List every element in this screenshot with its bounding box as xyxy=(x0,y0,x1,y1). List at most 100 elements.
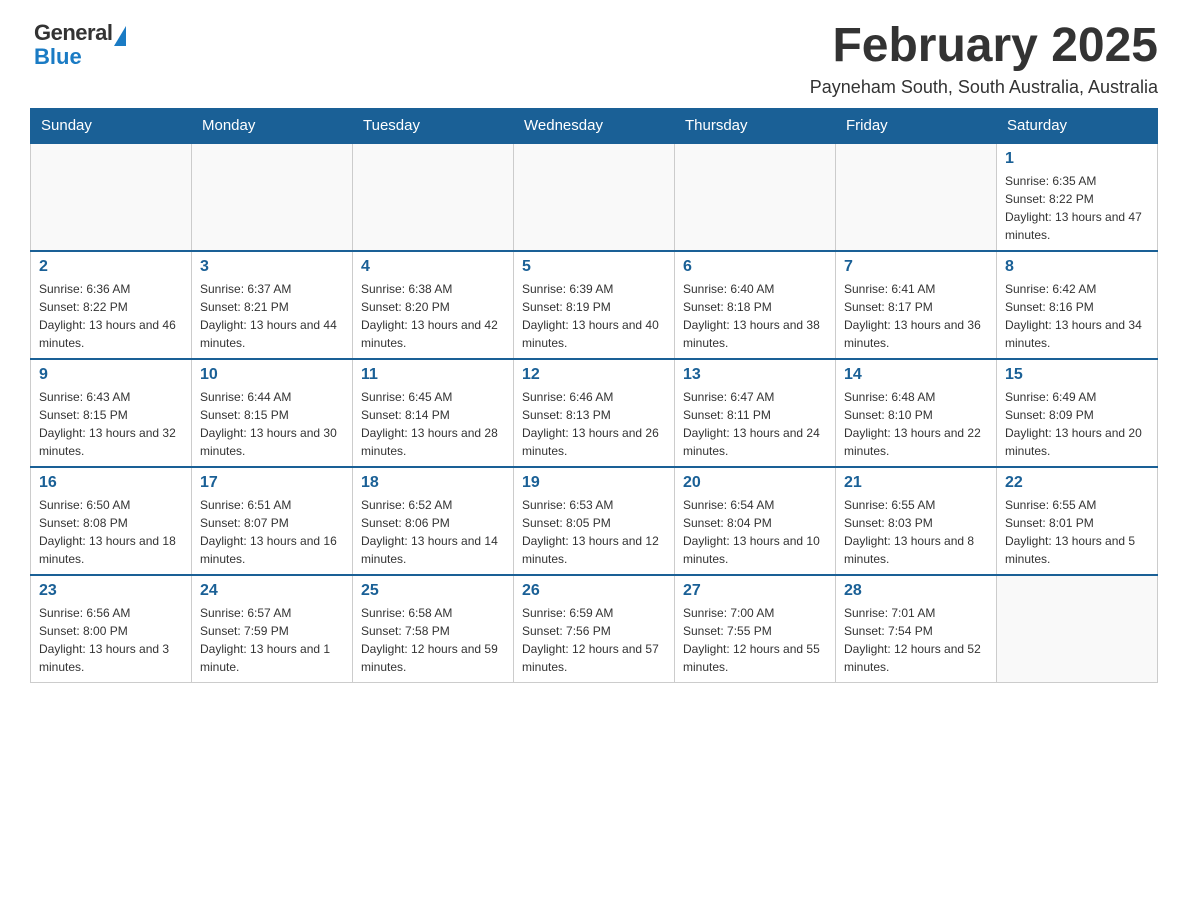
day-number: 23 xyxy=(39,582,183,600)
weekday-header-sunday: Sunday xyxy=(31,108,192,143)
calendar-cell: 12 Sunrise: 6:46 AMSunset: 8:13 PMDayligh… xyxy=(514,359,675,467)
calendar-cell: 16Sunrise: 6:50 AMSunset: 8:08 PMDayligh… xyxy=(31,467,192,575)
day-info: Sunrise: 6:35 AMSunset: 8:22 PMDaylight:… xyxy=(1005,172,1149,244)
day-info: Sunrise: 6:37 AMSunset: 8:21 PMDaylight:… xyxy=(200,280,344,352)
day-number: 11 xyxy=(361,366,505,384)
page-title: February 2025 xyxy=(810,20,1158,73)
calendar-cell: 9 Sunrise: 6:43 AMSunset: 8:15 PMDaylight… xyxy=(31,359,192,467)
day-info: Sunrise: 6:44 AMSunset: 8:15 PMDaylight:… xyxy=(200,388,344,460)
day-number: 22 xyxy=(1005,474,1149,492)
day-number: 14 xyxy=(844,366,988,384)
calendar-cell xyxy=(675,143,836,251)
day-info: Sunrise: 6:49 AMSunset: 8:09 PMDaylight:… xyxy=(1005,388,1149,460)
calendar-cell: 3 Sunrise: 6:37 AMSunset: 8:21 PMDaylight… xyxy=(192,251,353,359)
calendar-cell: 18 Sunrise: 6:52 AMSunset: 8:06 PMDayligh… xyxy=(353,467,514,575)
calendar-week-row: 1Sunrise: 6:35 AMSunset: 8:22 PMDaylight… xyxy=(31,143,1158,251)
day-number: 25 xyxy=(361,582,505,600)
calendar-cell: 26 Sunrise: 6:59 AMSunset: 7:56 PMDayligh… xyxy=(514,575,675,683)
day-number: 20 xyxy=(683,474,827,492)
weekday-header-thursday: Thursday xyxy=(675,108,836,143)
logo-blue-text: Blue xyxy=(34,44,126,70)
day-info: Sunrise: 6:38 AMSunset: 8:20 PMDaylight:… xyxy=(361,280,505,352)
day-number: 9 xyxy=(39,366,183,384)
calendar-cell xyxy=(514,143,675,251)
day-number: 7 xyxy=(844,258,988,276)
day-number: 19 xyxy=(522,474,666,492)
day-info: Sunrise: 6:52 AMSunset: 8:06 PMDaylight:… xyxy=(361,496,505,568)
calendar-cell: 14 Sunrise: 6:48 AMSunset: 8:10 PMDayligh… xyxy=(836,359,997,467)
day-info: Sunrise: 6:50 AMSunset: 8:08 PMDaylight:… xyxy=(39,496,183,568)
day-number: 6 xyxy=(683,258,827,276)
day-number: 13 xyxy=(683,366,827,384)
day-number: 21 xyxy=(844,474,988,492)
day-info: Sunrise: 6:46 AMSunset: 8:13 PMDaylight:… xyxy=(522,388,666,460)
calendar-cell: 19 Sunrise: 6:53 AMSunset: 8:05 PMDayligh… xyxy=(514,467,675,575)
calendar-cell xyxy=(353,143,514,251)
day-info: Sunrise: 6:57 AMSunset: 7:59 PMDaylight:… xyxy=(200,604,344,676)
calendar-cell xyxy=(192,143,353,251)
logo: General Blue xyxy=(30,20,126,70)
calendar-cell: 21 Sunrise: 6:55 AMSunset: 8:03 PMDayligh… xyxy=(836,467,997,575)
calendar-cell: 11 Sunrise: 6:45 AMSunset: 8:14 PMDayligh… xyxy=(353,359,514,467)
day-number: 15 xyxy=(1005,366,1149,384)
day-number: 5 xyxy=(522,258,666,276)
day-number: 10 xyxy=(200,366,344,384)
calendar-cell: 10 Sunrise: 6:44 AMSunset: 8:15 PMDayligh… xyxy=(192,359,353,467)
day-number: 28 xyxy=(844,582,988,600)
calendar-cell: 7 Sunrise: 6:41 AMSunset: 8:17 PMDaylight… xyxy=(836,251,997,359)
day-info: Sunrise: 7:00 AMSunset: 7:55 PMDaylight:… xyxy=(683,604,827,676)
calendar-cell: 13 Sunrise: 6:47 AMSunset: 8:11 PMDayligh… xyxy=(675,359,836,467)
calendar-cell: 24Sunrise: 6:57 AMSunset: 7:59 PMDayligh… xyxy=(192,575,353,683)
day-number: 3 xyxy=(200,258,344,276)
calendar-cell: 23Sunrise: 6:56 AMSunset: 8:00 PMDayligh… xyxy=(31,575,192,683)
calendar-cell: 20 Sunrise: 6:54 AMSunset: 8:04 PMDayligh… xyxy=(675,467,836,575)
calendar-header-row: SundayMondayTuesdayWednesdayThursdayFrid… xyxy=(31,108,1158,143)
calendar-cell: 5 Sunrise: 6:39 AMSunset: 8:19 PMDaylight… xyxy=(514,251,675,359)
calendar-table: SundayMondayTuesdayWednesdayThursdayFrid… xyxy=(30,108,1158,683)
calendar-cell: 25 Sunrise: 6:58 AMSunset: 7:58 PMDayligh… xyxy=(353,575,514,683)
title-section: February 2025 Payneham South, South Aust… xyxy=(810,20,1158,98)
calendar-week-row: 2Sunrise: 6:36 AMSunset: 8:22 PMDaylight… xyxy=(31,251,1158,359)
day-info: Sunrise: 6:40 AMSunset: 8:18 PMDaylight:… xyxy=(683,280,827,352)
day-info: Sunrise: 6:47 AMSunset: 8:11 PMDaylight:… xyxy=(683,388,827,460)
calendar-cell xyxy=(31,143,192,251)
logo-general-text: General xyxy=(34,20,112,46)
weekday-header-wednesday: Wednesday xyxy=(514,108,675,143)
calendar-cell: 4 Sunrise: 6:38 AMSunset: 8:20 PMDaylight… xyxy=(353,251,514,359)
day-number: 27 xyxy=(683,582,827,600)
day-number: 18 xyxy=(361,474,505,492)
calendar-cell: 27 Sunrise: 7:00 AMSunset: 7:55 PMDayligh… xyxy=(675,575,836,683)
calendar-cell: 22 Sunrise: 6:55 AMSunset: 8:01 PMDayligh… xyxy=(997,467,1158,575)
weekday-header-friday: Friday xyxy=(836,108,997,143)
day-info: Sunrise: 6:58 AMSunset: 7:58 PMDaylight:… xyxy=(361,604,505,676)
day-info: Sunrise: 6:39 AMSunset: 8:19 PMDaylight:… xyxy=(522,280,666,352)
calendar-cell xyxy=(997,575,1158,683)
day-info: Sunrise: 6:53 AMSunset: 8:05 PMDaylight:… xyxy=(522,496,666,568)
calendar-cell: 17Sunrise: 6:51 AMSunset: 8:07 PMDayligh… xyxy=(192,467,353,575)
day-number: 12 xyxy=(522,366,666,384)
day-number: 8 xyxy=(1005,258,1149,276)
day-info: Sunrise: 6:51 AMSunset: 8:07 PMDaylight:… xyxy=(200,496,344,568)
calendar-week-row: 9 Sunrise: 6:43 AMSunset: 8:15 PMDaylight… xyxy=(31,359,1158,467)
day-info: Sunrise: 6:43 AMSunset: 8:15 PMDaylight:… xyxy=(39,388,183,460)
day-info: Sunrise: 6:54 AMSunset: 8:04 PMDaylight:… xyxy=(683,496,827,568)
page-subtitle: Payneham South, South Australia, Austral… xyxy=(810,77,1158,98)
calendar-week-row: 16Sunrise: 6:50 AMSunset: 8:08 PMDayligh… xyxy=(31,467,1158,575)
day-info: Sunrise: 6:55 AMSunset: 8:03 PMDaylight:… xyxy=(844,496,988,568)
day-info: Sunrise: 7:01 AMSunset: 7:54 PMDaylight:… xyxy=(844,604,988,676)
day-info: Sunrise: 6:41 AMSunset: 8:17 PMDaylight:… xyxy=(844,280,988,352)
day-info: Sunrise: 6:48 AMSunset: 8:10 PMDaylight:… xyxy=(844,388,988,460)
weekday-header-tuesday: Tuesday xyxy=(353,108,514,143)
weekday-header-monday: Monday xyxy=(192,108,353,143)
day-info: Sunrise: 6:59 AMSunset: 7:56 PMDaylight:… xyxy=(522,604,666,676)
weekday-header-saturday: Saturday xyxy=(997,108,1158,143)
day-number: 26 xyxy=(522,582,666,600)
calendar-cell: 2Sunrise: 6:36 AMSunset: 8:22 PMDaylight… xyxy=(31,251,192,359)
day-number: 2 xyxy=(39,258,183,276)
day-info: Sunrise: 6:55 AMSunset: 8:01 PMDaylight:… xyxy=(1005,496,1149,568)
day-info: Sunrise: 6:42 AMSunset: 8:16 PMDaylight:… xyxy=(1005,280,1149,352)
calendar-cell: 8 Sunrise: 6:42 AMSunset: 8:16 PMDaylight… xyxy=(997,251,1158,359)
day-number: 4 xyxy=(361,258,505,276)
day-info: Sunrise: 6:45 AMSunset: 8:14 PMDaylight:… xyxy=(361,388,505,460)
page-header: General Blue February 2025 Payneham Sout… xyxy=(30,20,1158,98)
